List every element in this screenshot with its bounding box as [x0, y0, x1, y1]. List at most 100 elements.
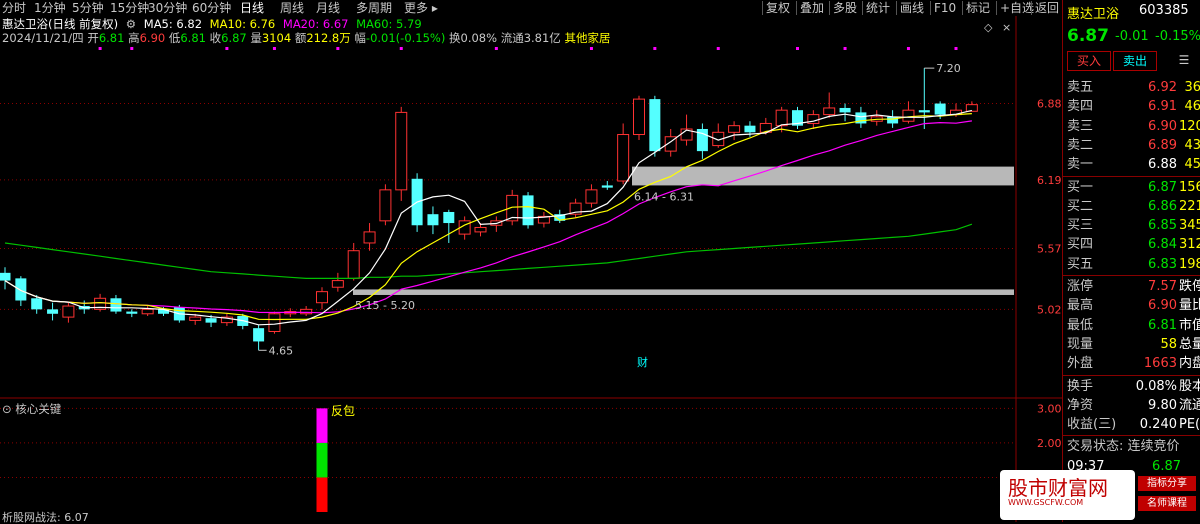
- indicator-y-tick-0: 3.00: [1037, 402, 1062, 415]
- bid-level-3-value: 6.84: [1148, 237, 1177, 253]
- current-price: 6.87: [1067, 26, 1109, 46]
- finance-marker: 财: [637, 355, 648, 369]
- finance-2-label: 收益(三): [1067, 417, 1117, 433]
- ask-level-4-value: 6.88: [1148, 157, 1177, 173]
- bid-level-2: 买三 6.85 345: [1067, 216, 1200, 235]
- candle-body-52: [823, 107, 836, 116]
- candle-body-23: [363, 231, 376, 244]
- watermark-tag1: 指标分享: [1138, 476, 1196, 491]
- bid-level-2-label: 买三: [1067, 218, 1094, 234]
- collapse-icon[interactable]: ⊙: [2, 402, 12, 416]
- ask-level-1-label: 卖四: [1067, 99, 1094, 115]
- order-book: 卖五 6.92 36 卖四 6.91 46 卖三 6.90 120 卖二 6.89 43 卖一 6.88 4…: [1063, 76, 1200, 506]
- candle-body-21: [331, 280, 344, 288]
- bid-level-0-label: 买一: [1067, 179, 1094, 195]
- support-band: [353, 289, 1014, 295]
- candle-body-4: [62, 305, 75, 318]
- ask-level-3-tail: 43: [1184, 137, 1200, 153]
- top-marker-dot-7: [589, 47, 593, 50]
- ma20-line: [4, 120, 972, 314]
- candle-body-19: [300, 308, 313, 315]
- indicator-title[interactable]: 核心关键: [15, 402, 61, 416]
- signal-bar-segment-1: [316, 442, 328, 478]
- stat-1-tail: 量比: [1179, 298, 1200, 314]
- signal-bar-segment-2: [316, 408, 328, 443]
- candle-body-7: [110, 298, 122, 312]
- y-tick-1: 6.19: [1037, 174, 1062, 187]
- bid-level-3-tail: 312: [1179, 237, 1200, 253]
- ask-level-1-tail: 46: [1184, 99, 1200, 115]
- finance-1-label: 净资: [1067, 397, 1094, 413]
- candle-body-25: [395, 111, 408, 191]
- bid-level-1-value: 6.86: [1148, 198, 1177, 214]
- quote-panel: 惠达卫浴 603385 6.87 -0.01 -0.15% 买入 卖出 ☰ 卖五…: [1062, 0, 1200, 522]
- stat-4: 外盘 1663 内盘: [1067, 354, 1200, 373]
- finance-2-tail: PE(动): [1179, 417, 1200, 433]
- candle-body-47: [744, 125, 756, 133]
- candle-body-46: [728, 125, 741, 133]
- candle-body-17: [268, 313, 281, 332]
- finance-0: 换手 0.08% 股本: [1067, 377, 1200, 396]
- bid-level-3: 买四 6.84 312: [1067, 235, 1200, 254]
- stock-code: 603385: [1139, 3, 1189, 18]
- candle-body-13: [205, 318, 217, 323]
- ask-level-1: 卖四 6.91 46: [1067, 97, 1200, 116]
- top-marker-dot-4: [336, 47, 340, 50]
- candle-body-28: [443, 211, 455, 224]
- low-annotation: 4.65: [269, 344, 294, 357]
- candle-body-24: [379, 189, 392, 222]
- top-marker-dot-8: [653, 47, 657, 50]
- bid-level-0-value: 6.87: [1148, 179, 1177, 195]
- stat-2-value: 6.81: [1148, 317, 1177, 333]
- candle-body-3: [47, 309, 59, 314]
- candle-body-56: [887, 116, 899, 124]
- bid-level-3-label: 买四: [1067, 237, 1094, 253]
- ask-level-1-value: 6.91: [1148, 99, 1177, 115]
- candle-body-20: [316, 291, 328, 304]
- stat-0-value: 7.57: [1148, 279, 1177, 294]
- ask-level-2-value: 6.90: [1148, 118, 1177, 134]
- stat-2: 最低 6.81 市值: [1067, 316, 1200, 335]
- y-tick-2: 5.57: [1037, 242, 1062, 255]
- finance-0-value: 0.08%: [1135, 378, 1177, 394]
- ask-level-4: 卖一 6.88 45: [1067, 155, 1200, 174]
- stat-3-label: 现量: [1067, 336, 1094, 352]
- bid-level-0: 买一 6.87 156: [1067, 178, 1200, 197]
- kline-chart[interactable]: 6.88 6.19 5.57 5.02 7.20 6.14 - 6.31 5.15 - 5.…: [0, 0, 1062, 522]
- candle-body-12: [189, 316, 202, 321]
- finance-divider: [1063, 374, 1200, 376]
- bid-level-4-tail: 198: [1179, 256, 1200, 272]
- ask-level-3-value: 6.89: [1148, 137, 1177, 153]
- trade-status: 交易状态: 连续竞价: [1067, 439, 1180, 455]
- ask-level-3: 卖二 6.89 43: [1067, 136, 1200, 155]
- watermark: 股市财富网 WWW.GSCFW.COM: [1000, 470, 1135, 520]
- sell-button[interactable]: 卖出: [1113, 51, 1157, 71]
- support-band-label: 5.15 - 5.20: [355, 299, 415, 312]
- menu-icon[interactable]: ☰: [1175, 51, 1193, 69]
- indicator-y-tick-1: 2.00: [1037, 437, 1062, 450]
- ask-level-4-tail: 45: [1184, 157, 1200, 173]
- resistance-band: [632, 166, 1014, 186]
- bid-level-4: 买五 6.83 198: [1067, 255, 1200, 274]
- ma60-line: [4, 223, 973, 279]
- stat-0-label: 涨停: [1067, 279, 1094, 294]
- bid-level-4-value: 6.83: [1148, 256, 1177, 272]
- finance-2-value: 0.240: [1139, 417, 1177, 433]
- finance-1: 净资 9.80 流通: [1067, 396, 1200, 415]
- stat-4-label: 外盘: [1067, 356, 1094, 372]
- indicator-title-line: ⊙ 核心关键: [2, 402, 61, 416]
- finance-0-label: 换手: [1067, 378, 1094, 394]
- finance-1-tail: 流通: [1179, 397, 1200, 413]
- candle-body-30: [474, 226, 487, 233]
- candle-body-9: [141, 308, 154, 315]
- stat-0-tail: 跌停: [1179, 279, 1200, 294]
- candle-body-58: [918, 110, 930, 113]
- stat-1-value: 6.90: [1148, 298, 1177, 314]
- top-marker-dot-3: [272, 47, 276, 50]
- candle-body-41: [649, 99, 661, 152]
- finance-2: 收益(三) 0.240PE(动): [1067, 415, 1200, 434]
- y-tick-0: 6.88: [1037, 98, 1062, 111]
- buy-button[interactable]: 买入: [1067, 51, 1111, 71]
- bid-level-1-label: 买二: [1067, 198, 1094, 214]
- diamond-icon: ◇: [984, 21, 993, 34]
